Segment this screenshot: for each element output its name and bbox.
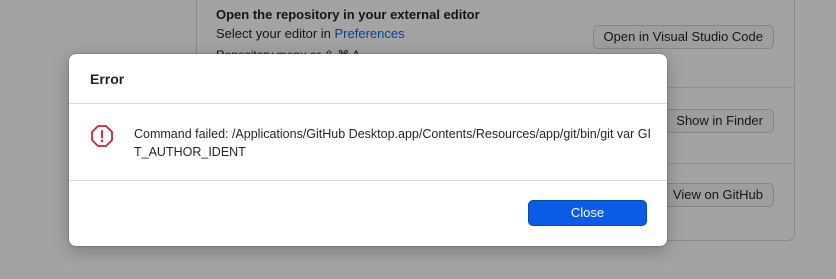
dialog-body: Command failed: /Applications/GitHub Des… xyxy=(69,104,667,181)
error-dialog: Error Command failed: /Applications/GitH… xyxy=(69,54,667,246)
error-message: Command failed: /Applications/GitHub Des… xyxy=(134,127,651,159)
dialog-header: Error xyxy=(69,54,667,104)
octagon-alert-icon xyxy=(91,125,113,147)
close-button[interactable]: Close xyxy=(528,200,647,226)
dialog-footer: Close xyxy=(69,181,667,246)
dialog-title: Error xyxy=(90,71,125,87)
